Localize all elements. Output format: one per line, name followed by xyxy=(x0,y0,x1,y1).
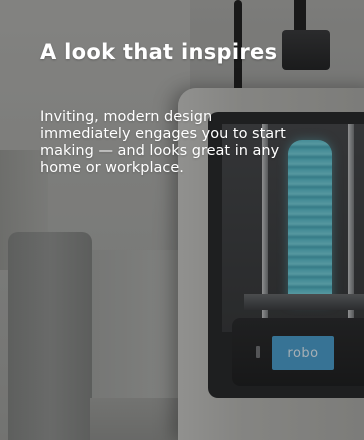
feature-card: robo A look that inspires Inviting, mode… xyxy=(0,0,364,440)
feature-text: A look that inspires Inviting, modern de… xyxy=(40,40,330,177)
feature-title: A look that inspires xyxy=(40,40,278,64)
feature-description: Inviting, modern design immediately enga… xyxy=(40,109,286,177)
